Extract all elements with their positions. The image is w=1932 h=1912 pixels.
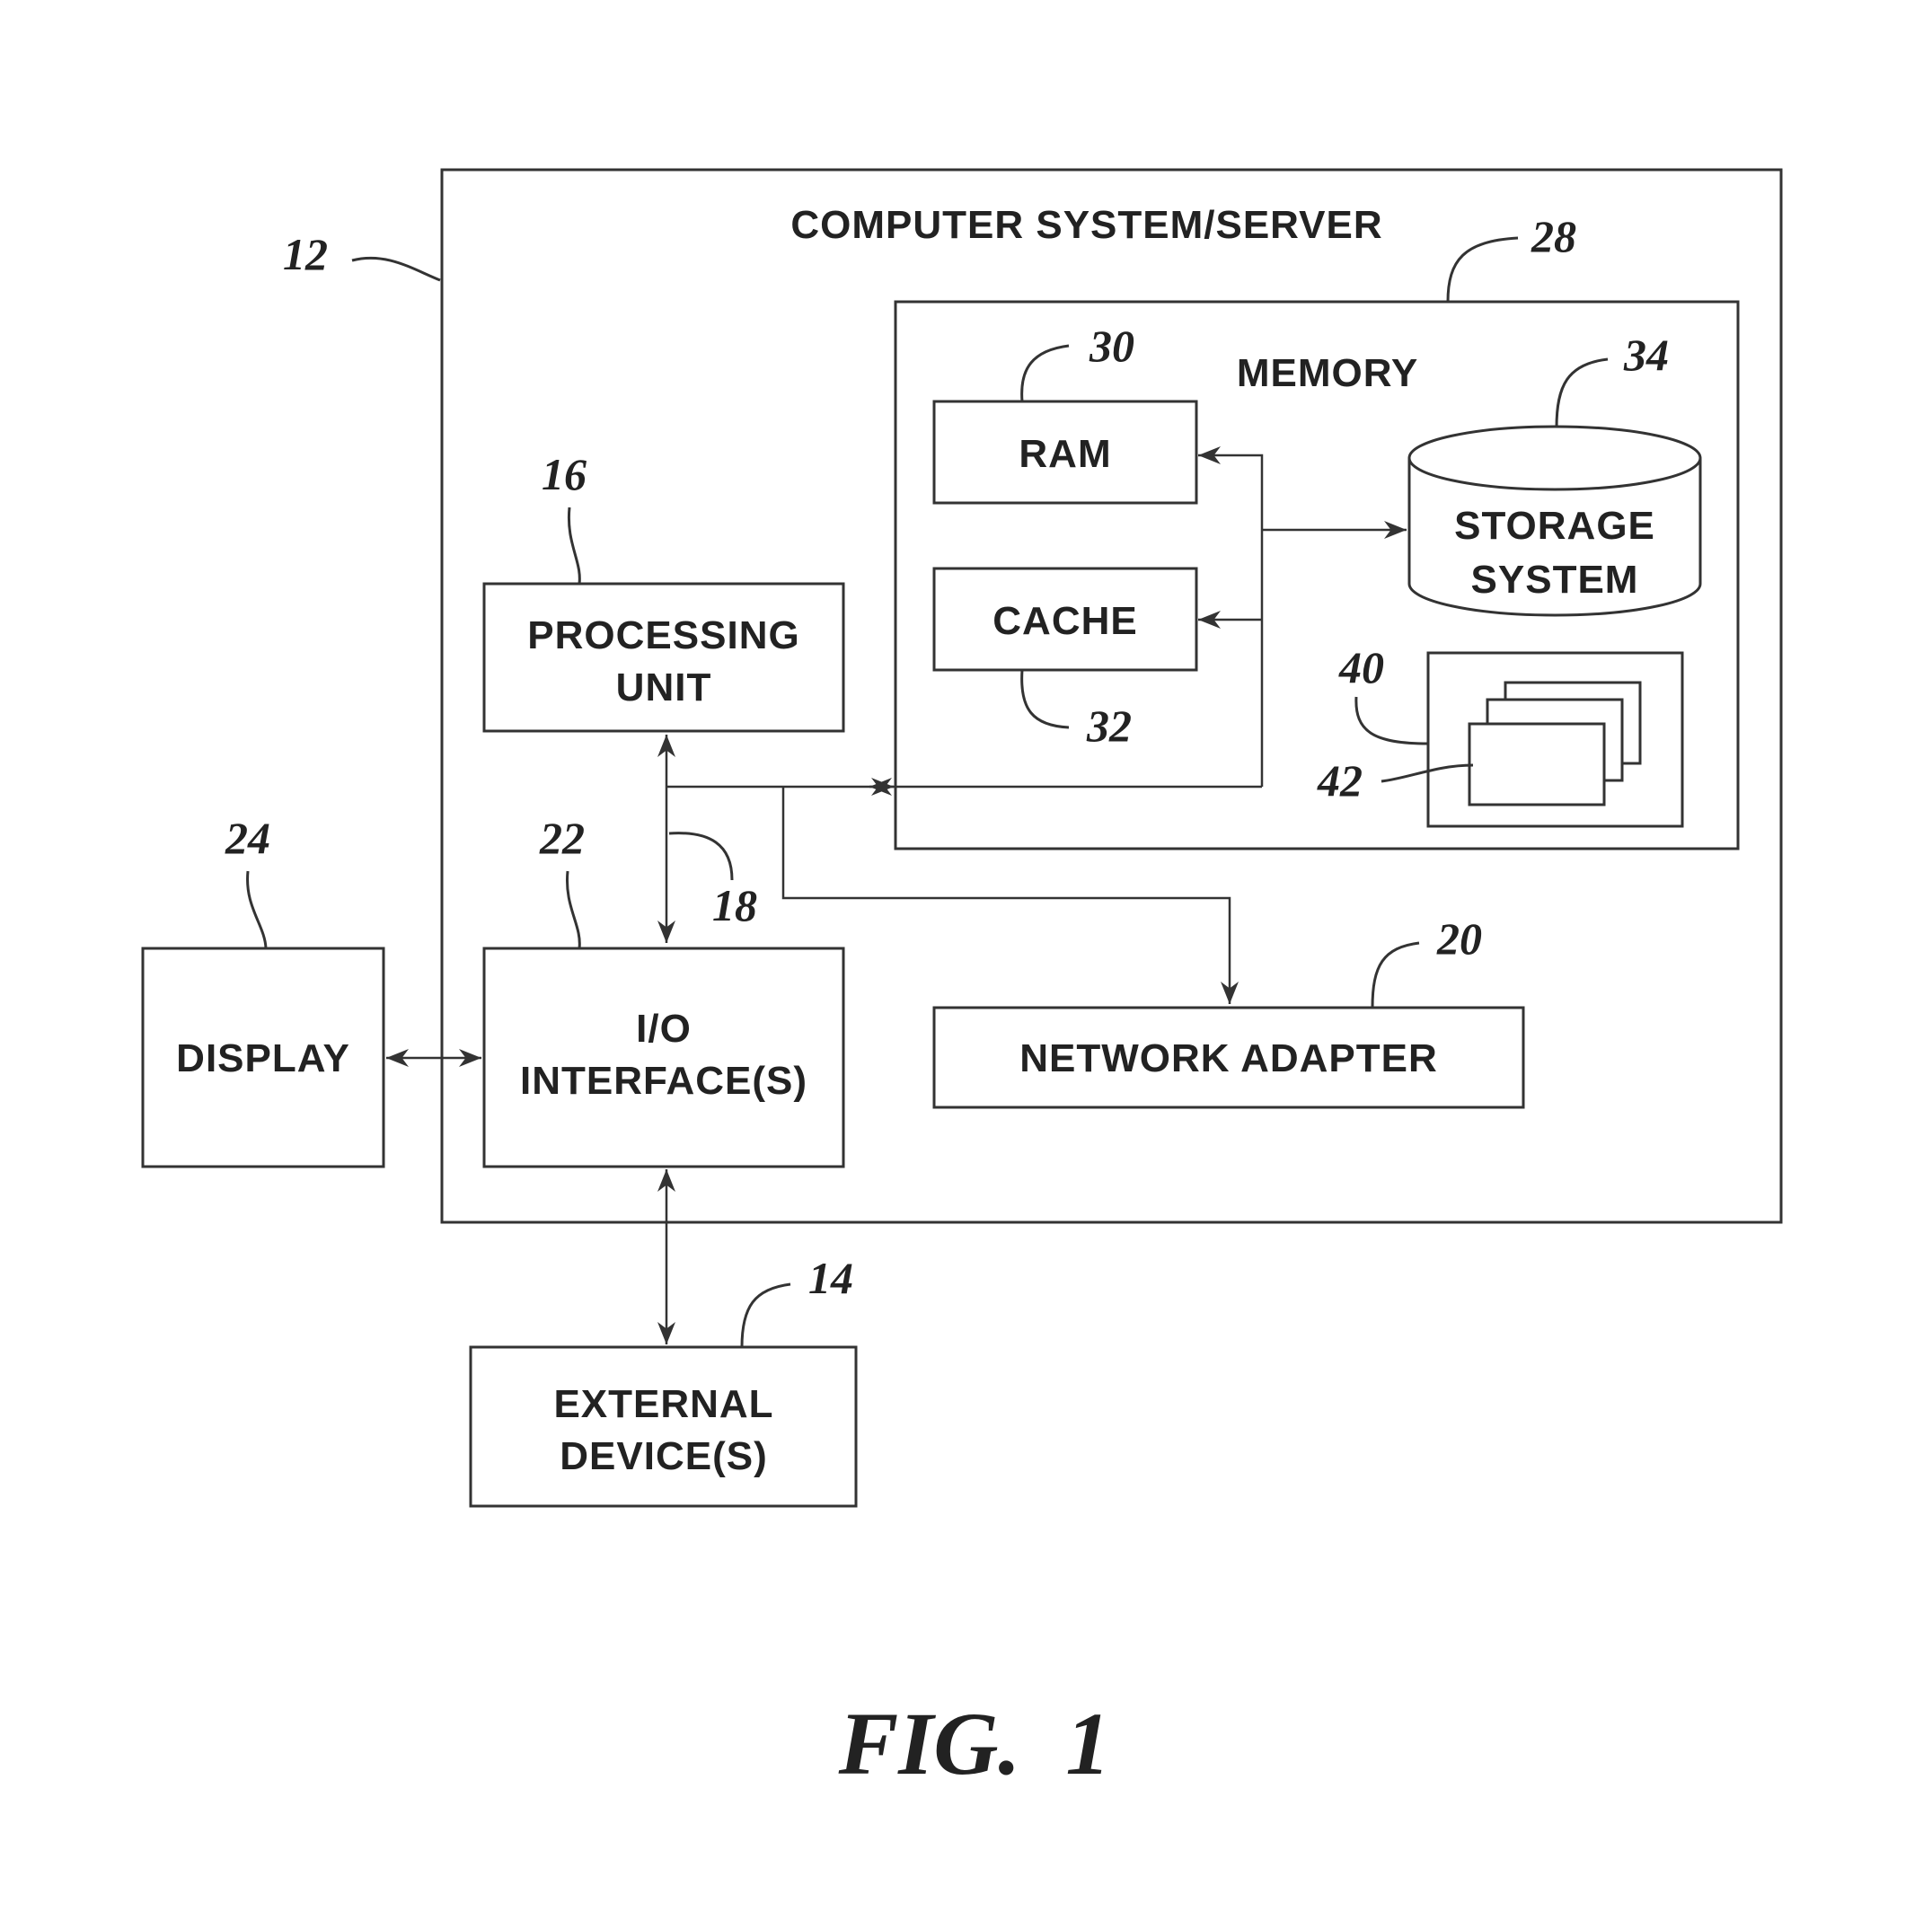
computer-system-label: COMPUTER SYSTEM/SERVER [790,203,1382,247]
ref-32: 32 [1086,700,1132,751]
ref-20: 20 [1436,913,1482,964]
program-module-front [1468,722,1606,806]
ref-34: 34 [1623,330,1669,380]
storage-cylinder-top [1407,425,1702,491]
storage-label-line2: SYSTEM [1471,558,1639,602]
ref-28: 28 [1531,211,1576,261]
memory-label: MEMORY [1237,351,1418,395]
io-label-line2: INTERFACE(S) [520,1059,807,1103]
diagram-svg: COMPUTER SYSTEM/SERVER 12 MEMORY 28 RAM … [141,168,1783,1793]
ref-22: 22 [539,813,585,863]
external-devices-box [469,1345,858,1508]
external-label-line2: DEVICE(S) [560,1434,767,1478]
display-label: DISPLAY [176,1036,350,1080]
external-label-line1: EXTERNAL [553,1382,773,1426]
ref-40: 40 [1338,642,1384,692]
ref-14: 14 [808,1253,853,1303]
ref-42: 42 [1317,755,1363,806]
ram-label: RAM [1019,432,1111,476]
ref-16: 16 [542,449,587,499]
io-interface-box [482,947,845,1168]
processing-label-line1: PROCESSING [527,613,799,657]
ref-30: 30 [1089,321,1134,371]
figure-title: FIG. 1 [838,1694,1111,1793]
patent-figure: COMPUTER SYSTEM/SERVER 12 MEMORY 28 RAM … [0,0,1932,1912]
leader-24 [246,870,268,949]
leader-14 [740,1282,791,1348]
leader-12 [351,256,441,282]
io-label-line1: I/O [636,1007,692,1051]
ref-12: 12 [283,229,328,279]
processing-label-line2: UNIT [616,665,712,709]
ref-24: 24 [225,813,270,863]
network-adapter-label: NETWORK ADAPTER [1019,1036,1438,1080]
storage-label-line1: STORAGE [1454,504,1655,548]
ref-18: 18 [712,880,757,930]
cache-label: CACHE [992,599,1137,643]
